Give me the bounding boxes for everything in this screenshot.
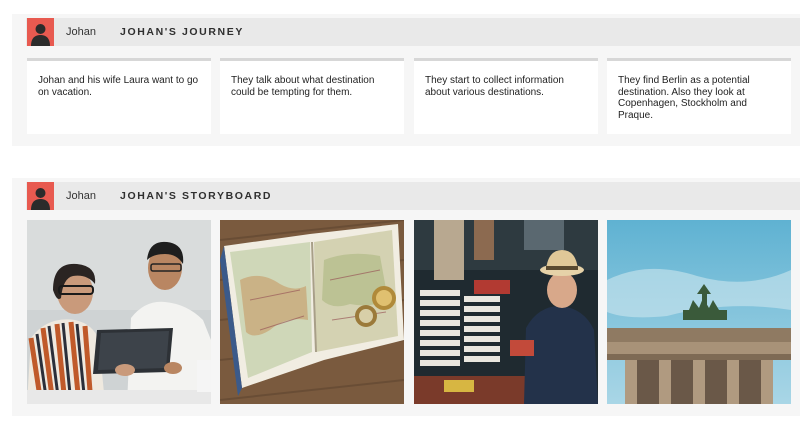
storyboard-photo-brandenburg-gate[interactable] [607, 220, 791, 404]
user-avatar-icon[interactable] [27, 182, 54, 210]
storyboard-photo-map-atlas[interactable] [220, 220, 404, 404]
journey-step-card[interactable]: They start to collect information about … [414, 58, 598, 134]
journey-step-card[interactable]: They talk about what destination could b… [220, 58, 404, 134]
journey-step-card[interactable]: Johan and his wife Laura want to go on v… [27, 58, 211, 134]
journey-title: JOHAN'S JOURNEY [120, 26, 244, 38]
storyboard-title: JOHAN'S STORYBOARD [120, 190, 273, 202]
user-avatar-icon[interactable] [27, 18, 54, 46]
journey-section: Johan JOHAN'S JOURNEY Johan and his wife… [12, 14, 800, 146]
user-name: Johan [66, 26, 96, 38]
journey-step-card[interactable]: They find Berlin as a potential destinat… [607, 58, 791, 134]
storyboard-header: Johan JOHAN'S STORYBOARD [26, 182, 800, 210]
storyboard-photo-book-stall[interactable] [414, 220, 598, 404]
user-name: Johan [66, 190, 96, 202]
storyboard-section: Johan JOHAN'S STORYBOARD [12, 178, 800, 416]
journey-header: Johan JOHAN'S JOURNEY [26, 18, 800, 46]
storyboard-photo-couple-tablet[interactable] [27, 220, 211, 404]
